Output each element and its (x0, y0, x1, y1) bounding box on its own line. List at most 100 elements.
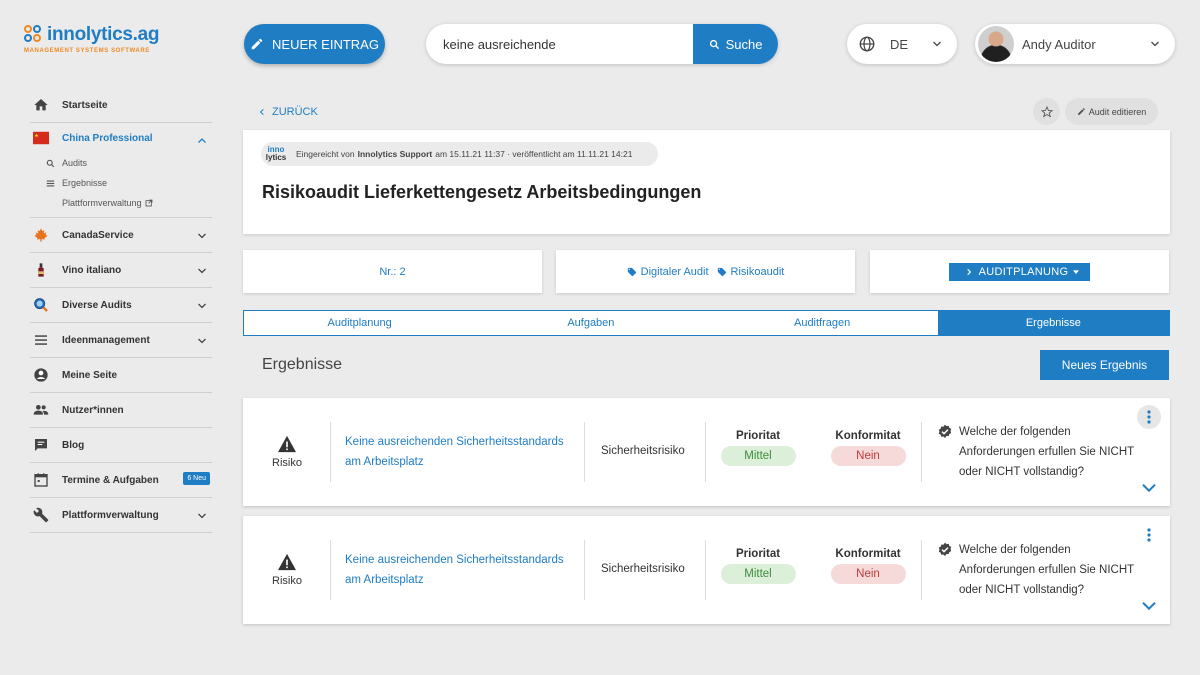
chevron-down-icon (198, 338, 206, 344)
results-section-title: Ergebnisse (262, 356, 343, 373)
tab-ergebnisse[interactable]: Ergebnisse (937, 311, 1169, 335)
edit-audit-button[interactable]: Audit editieren (1065, 98, 1158, 125)
sidebar-item-plattformverwaltung[interactable]: Plattformverwaltung (30, 498, 212, 533)
sidebar-item-label: China Professional (62, 132, 153, 144)
sidebar-item-china-professional[interactable]: China Professional (30, 123, 212, 153)
more-options-button[interactable] (1137, 523, 1161, 547)
calendar-icon (33, 472, 49, 488)
conformity-badge: Nein (830, 564, 906, 584)
tag-label: Risikoaudit (730, 265, 785, 278)
audit-header-card: inno lytics Eingereicht von Innolytics S… (243, 130, 1170, 234)
sidebar-item-blog[interactable]: Blog (30, 428, 212, 463)
sidebar-item-label: Blog (62, 439, 85, 451)
sidebar-subitem-ergebnisse[interactable]: Ergebnisse (30, 173, 212, 193)
result-title-link[interactable]: Keine ausreichenden Sicherheitsstandards… (345, 432, 580, 472)
brand-logo[interactable]: innolytics.ag MANAGEMENT SYSTEMS SOFTWAR… (24, 24, 174, 60)
tab-auditfragen[interactable]: Auditfragen (707, 311, 938, 335)
back-link[interactable]: ZURÜCK (258, 106, 318, 118)
expand-chevron-icon[interactable] (1141, 600, 1157, 612)
search-button[interactable]: Suche (693, 24, 778, 64)
search-input[interactable] (426, 24, 693, 64)
conformity-label: Konformitat (835, 430, 901, 442)
result-category: Sicherheitsrisiko (601, 563, 685, 575)
pencil-icon (251, 38, 263, 50)
expand-chevron-icon[interactable] (1141, 482, 1157, 494)
tag-risikoaudit[interactable]: Risikoaudit (717, 265, 785, 278)
conformity-column: Konformitat Nein (828, 430, 908, 466)
audit-tags-card: Digitaler Audit Risikoaudit (556, 250, 855, 293)
sidebar-item-meine-seite[interactable]: Meine Seite (30, 358, 212, 393)
priority-label: Prioritat (735, 548, 781, 560)
home-icon (33, 97, 49, 113)
sidebar-item-vino-italiano[interactable]: Vino italiano (30, 253, 212, 288)
sidebar-item-label: CanadaService (62, 229, 134, 241)
logo-mark-icon (24, 25, 44, 45)
audit-number-card: Nr.: 2 (243, 250, 542, 293)
chevron-down-icon (198, 303, 206, 309)
tab-auditplanung[interactable]: Auditplanung (244, 311, 475, 335)
more-vert-icon (1147, 410, 1151, 424)
account-circle-icon (33, 367, 49, 383)
risk-type-label: Risiko (272, 457, 302, 469)
sidebar-item-label: Termine & Aufgaben (62, 474, 159, 486)
tag-icon (717, 267, 726, 276)
avatar (978, 26, 1014, 62)
brand-tagline: MANAGEMENT SYSTEMS SOFTWARE (24, 48, 150, 54)
language-selector[interactable]: DE (847, 24, 957, 64)
result-category: Sicherheitsrisiko (601, 445, 685, 457)
page-title: Risikoaudit Lieferkettengesetz Arbeitsbe… (262, 182, 702, 202)
conformity-label: Konformitat (835, 548, 901, 560)
china-professional-submenu: Audits Ergebnisse Plattformverwaltung (30, 153, 212, 218)
tag-label: Digitaler Audit (640, 265, 709, 278)
people-icon (33, 402, 49, 418)
external-link-icon (145, 199, 152, 207)
sidebar-item-startseite[interactable]: Startseite (30, 88, 212, 123)
new-entry-button[interactable]: NEUER EINTRAG (244, 24, 385, 64)
risk-type-label: Risiko (272, 575, 302, 587)
star-icon (1040, 105, 1053, 117)
result-card[interactable]: Risiko Keine ausreichenden Sicherheitsst… (243, 398, 1170, 506)
sidebar-item-ideenmanagement[interactable]: Ideenmanagement (30, 323, 212, 358)
chevron-right-icon (966, 268, 971, 275)
new-result-button[interactable]: Neues Ergebnis (1040, 350, 1169, 380)
priority-column: Prioritat Mittel (718, 430, 798, 466)
new-items-badge: 6 Neu (183, 472, 210, 485)
china-flag-icon (33, 130, 49, 146)
brand-name: innolytics.ag (47, 24, 160, 45)
author-logo: inno lytics (263, 144, 289, 164)
tab-aufgaben[interactable]: Aufgaben (475, 311, 706, 335)
favorite-button[interactable] (1033, 98, 1060, 125)
sidebar-subitem-label: Audits (62, 158, 88, 168)
sidebar-item-canadaservice[interactable]: CanadaService (30, 218, 212, 253)
chevron-down-icon (933, 41, 941, 47)
author-logo-bottom: lytics (265, 153, 287, 162)
user-menu[interactable]: Andy Auditor (975, 24, 1175, 64)
audit-phase-dropdown[interactable]: AUDITPLANUNG (949, 262, 1090, 281)
divider (705, 540, 706, 600)
result-title-link[interactable]: Keine ausreichenden Sicherheitsstandards… (345, 550, 580, 590)
sidebar-subitem-plattformverwaltung[interactable]: Plattformverwaltung (30, 193, 212, 213)
list-icon (46, 179, 56, 188)
sidebar-item-termine-aufgaben[interactable]: Termine & Aufgaben 6 Neu (30, 463, 212, 498)
edit-audit-label: Audit editieren (1088, 106, 1147, 117)
priority-badge: Mittel (720, 446, 796, 466)
sidebar-item-diverse-audits[interactable]: Diverse Audits (30, 288, 212, 323)
result-card[interactable]: Risiko Keine ausreichenden Sicherheitsst… (243, 516, 1170, 624)
submission-meta: inno lytics Eingereicht von Innolytics S… (261, 142, 658, 166)
menu-icon (33, 332, 49, 348)
tag-digitaler-audit[interactable]: Digitaler Audit (627, 266, 709, 278)
divider (584, 422, 585, 482)
chevron-down-icon (198, 233, 206, 239)
caret-down-icon (1073, 269, 1080, 274)
chevron-down-icon (198, 268, 206, 274)
sidebar-item-nutzer-innen[interactable]: Nutzer*innen (30, 393, 212, 428)
sidebar-subitem-label: Plattformverwaltung (62, 198, 142, 208)
warning-icon (278, 553, 296, 571)
divider (330, 422, 331, 482)
chevron-left-icon (259, 108, 264, 116)
priority-badge: Mittel (720, 564, 796, 584)
submitted-dates: am 15.11.21 11:37 · veröffentlicht am 11… (435, 149, 633, 159)
audit-tabs: Auditplanung Aufgaben Auditfragen Ergebn… (243, 310, 1170, 336)
sidebar-subitem-audits[interactable]: Audits (30, 153, 212, 173)
more-options-button[interactable] (1137, 405, 1161, 429)
